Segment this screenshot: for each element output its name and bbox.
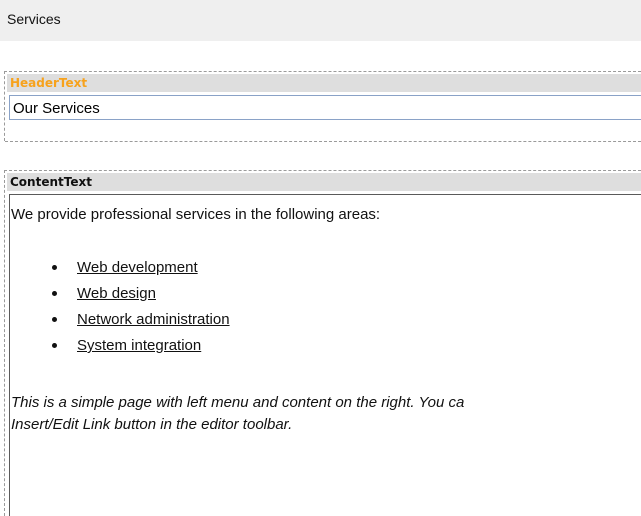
bullet-icon [52,291,57,296]
services-list: Web development Web design Network admin… [10,259,230,363]
content-text-editor[interactable]: We provide professional services in the … [9,194,641,516]
list-item: Web design [52,285,230,311]
list-item: Network administration [52,311,230,337]
header-text-input[interactable]: Our Services [9,95,641,120]
link-web-design[interactable]: Web design [77,285,156,302]
header-text-region-divider [5,141,641,142]
header-text-label: HeaderText [10,76,88,90]
link-system-integration[interactable]: System integration [77,337,201,354]
header-text-region-header: HeaderText [7,74,641,92]
content-text-region: ContentText We provide professional serv… [4,170,641,516]
note-line-1: This is a simple page with left menu and… [11,394,465,411]
list-item: System integration [52,337,230,363]
header-text-value[interactable]: Our Services [13,100,100,117]
list-item: Web development [52,259,230,285]
page-title-bar: Services [0,0,641,41]
note-line-2: Insert/Edit Link button in the editor to… [11,416,293,433]
page-title: Services [7,11,61,27]
bullet-icon [52,317,57,322]
content-text-label: ContentText [10,175,92,189]
link-network-administration[interactable]: Network administration [77,311,230,328]
bullet-icon [52,343,57,348]
bullet-icon [52,265,57,270]
header-text-region: HeaderText Our Services [4,71,641,142]
content-text-region-header: ContentText [7,173,641,191]
intro-paragraph: We provide professional services in the … [11,206,381,223]
note-paragraph: This is a simple page with left menu and… [11,392,464,436]
link-web-development[interactable]: Web development [77,259,198,276]
